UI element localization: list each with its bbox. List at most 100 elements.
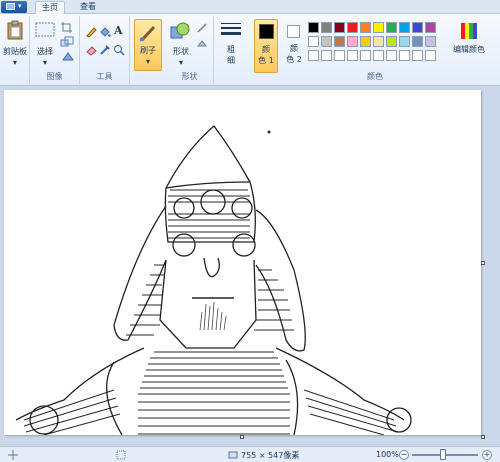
chevron-down-icon[interactable]: ▾	[176, 58, 186, 67]
edit-colors-label: 编辑颜色	[453, 45, 485, 54]
shapes-icon	[170, 22, 190, 39]
color1-button[interactable]: 颜 色 1	[254, 19, 278, 73]
palette-color-swatch[interactable]	[347, 22, 358, 33]
eraser-icon[interactable]	[85, 44, 97, 56]
color-wheel-icon	[461, 23, 477, 39]
select-label: 选择	[37, 47, 53, 56]
sketch-drawing	[15, 125, 412, 435]
clipboard-icon	[7, 20, 23, 40]
palette-color-swatch[interactable]	[399, 22, 410, 33]
shapes-group-label: 形状	[181, 72, 198, 81]
canvas-resize-handle[interactable]	[481, 261, 485, 265]
chevron-down-icon[interactable]: ▾	[10, 58, 20, 67]
resize-icon[interactable]	[60, 36, 74, 48]
palette-color-swatch[interactable]	[360, 22, 371, 33]
rotate-icon[interactable]	[60, 51, 76, 63]
custom-color-swatch[interactable]	[399, 50, 410, 61]
palette-color-swatch[interactable]	[412, 22, 423, 33]
custom-color-swatch[interactable]	[373, 50, 384, 61]
cursor-position-icon	[8, 450, 18, 460]
zoom-slider-thumb[interactable]	[440, 449, 446, 460]
tools-group: A 工具	[80, 16, 130, 84]
palette-color-swatch[interactable]	[360, 36, 371, 47]
palette-color-swatch[interactable]	[373, 22, 384, 33]
selection-size-icon	[116, 450, 126, 460]
palette-color-swatch[interactable]	[412, 36, 423, 47]
fill-bucket-icon[interactable]	[99, 26, 111, 38]
palette-color-swatch[interactable]	[373, 36, 384, 47]
color1-label: 颜 色 1	[258, 45, 274, 65]
line-size-icon	[221, 23, 241, 35]
brushes-label: 刷子	[140, 46, 156, 55]
color2-swatch	[287, 25, 300, 38]
zoom-level: 100%	[376, 450, 399, 459]
palette-color-swatch[interactable]	[308, 36, 319, 47]
zoom-out-button[interactable]: −	[399, 450, 409, 460]
palette-color-swatch[interactable]	[425, 22, 436, 33]
palette-color-swatch[interactable]	[321, 36, 332, 47]
custom-color-swatch[interactable]	[386, 50, 397, 61]
custom-color-swatch[interactable]	[412, 50, 423, 61]
tab-home[interactable]: 主页	[35, 1, 65, 14]
color1-swatch	[259, 24, 274, 39]
paste-button[interactable]: 剪贴板 ▾	[3, 20, 27, 72]
edit-colors-button[interactable]: 编辑颜色	[446, 20, 492, 68]
palette-color-swatch[interactable]	[308, 22, 319, 33]
custom-color-swatch[interactable]	[360, 50, 371, 61]
size-button[interactable]: 粗 细	[218, 20, 246, 72]
custom-color-swatch[interactable]	[308, 50, 319, 61]
image-group: 选择 ▾ 图像	[30, 16, 80, 84]
image-group-label: 图像	[46, 72, 63, 81]
pencil-icon[interactable]	[85, 26, 97, 38]
fill-icon[interactable]	[196, 38, 210, 50]
custom-color-swatch[interactable]	[334, 50, 345, 61]
clipboard-group: 剪贴板 ▾	[0, 16, 30, 84]
chevron-down-icon[interactable]: ▾	[40, 58, 50, 67]
palette-color-swatch[interactable]	[334, 22, 345, 33]
canvas-resize-handle[interactable]	[240, 435, 244, 439]
outline-icon[interactable]	[196, 22, 210, 34]
shapes-group: 形状 ▾ 形状	[166, 16, 214, 84]
custom-color-swatch[interactable]	[321, 50, 332, 61]
tab-view[interactable]: 查看	[73, 1, 103, 14]
color-picker-icon[interactable]	[99, 44, 111, 56]
crop-icon[interactable]	[60, 21, 74, 33]
shapes-label: 形状	[173, 47, 189, 56]
palette-color-swatch[interactable]	[425, 36, 436, 47]
text-tool-icon[interactable]: A	[114, 24, 123, 37]
color2-button[interactable]: 颜 色 2	[282, 19, 306, 73]
color2-label: 颜 色 2	[286, 44, 302, 64]
tools-group-label: 工具	[96, 72, 113, 81]
custom-color-swatch[interactable]	[425, 50, 436, 61]
palette-color-swatch[interactable]	[399, 36, 410, 47]
brushes-button[interactable]: 刷子 ▾	[134, 19, 162, 71]
ribbon: 剪贴板 ▾ 选择 ▾ 图像 A 工具 刷子 ▾ 形状 ▾ 形状 粗 细 颜 色 …	[0, 14, 500, 86]
palette-color-swatch[interactable]	[386, 22, 397, 33]
file-menu-icon	[6, 3, 15, 10]
brush-icon	[139, 25, 156, 42]
canvas-resize-handle[interactable]	[481, 435, 485, 439]
brushes-group: 刷子 ▾	[130, 16, 166, 84]
custom-color-swatch[interactable]	[347, 50, 358, 61]
size-group: 粗 细	[214, 16, 250, 84]
palette-color-swatch[interactable]	[321, 22, 332, 33]
image-size-icon	[228, 451, 238, 459]
ribbon-tab-bar: ▾ 主页 查看	[0, 0, 500, 14]
colors-group-label: 颜色	[367, 72, 383, 81]
status-bar: 755 × 547像素 100% − +	[0, 446, 500, 462]
magnifier-icon[interactable]	[113, 44, 125, 56]
chevron-down-icon: ▾	[145, 57, 150, 66]
select-button[interactable]: 选择 ▾	[34, 20, 56, 70]
palette-color-swatch[interactable]	[386, 36, 397, 47]
shapes-button[interactable]: 形状 ▾	[168, 20, 194, 70]
size-label: 粗 细	[227, 45, 235, 65]
zoom-in-button[interactable]: +	[482, 450, 492, 460]
select-rectangle-icon	[35, 22, 55, 37]
chevron-down-icon: ▾	[18, 2, 22, 10]
palette-color-swatch[interactable]	[347, 36, 358, 47]
file-menu-button[interactable]: ▾	[1, 1, 27, 13]
image-dimensions: 755 × 547像素	[241, 451, 300, 460]
paste-label: 剪贴板	[3, 47, 27, 56]
drawing-canvas[interactable]	[4, 90, 481, 435]
palette-color-swatch[interactable]	[334, 36, 345, 47]
